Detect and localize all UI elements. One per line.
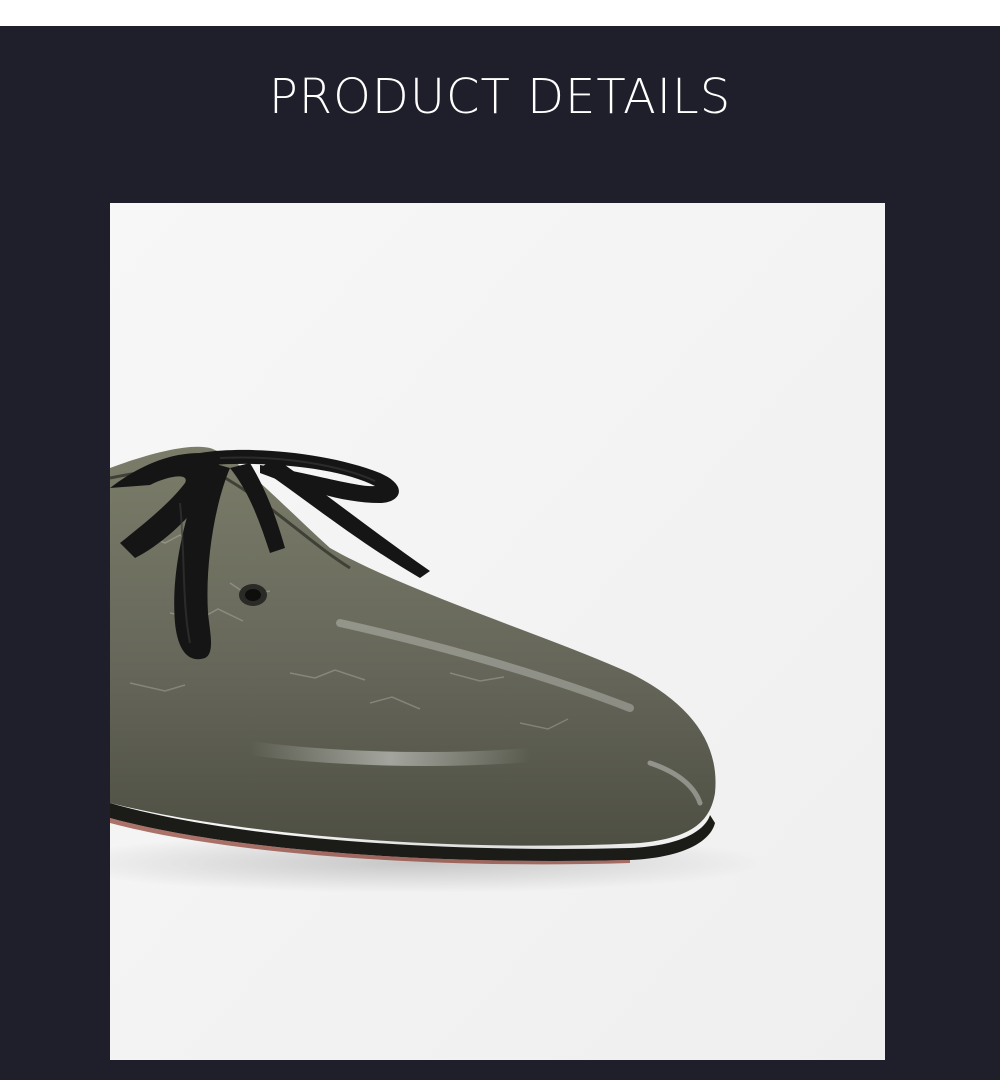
eyelet-hole: [245, 589, 261, 601]
section-title: PRODUCT DETAILS: [268, 69, 732, 125]
top-strip: [0, 0, 1000, 26]
product-photo: [110, 203, 885, 1060]
